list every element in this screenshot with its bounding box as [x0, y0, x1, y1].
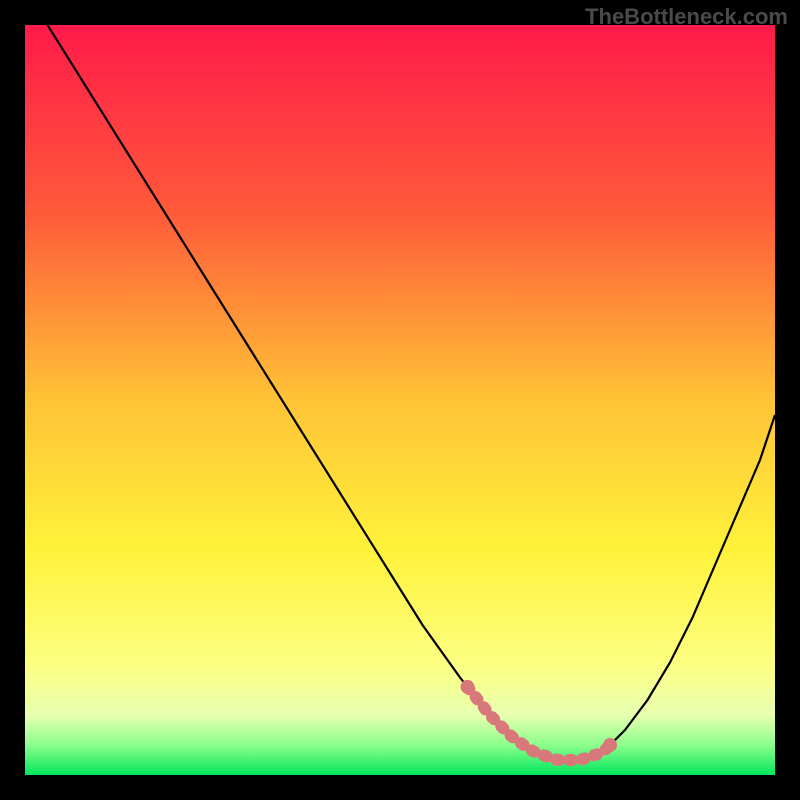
chart-area — [25, 25, 775, 775]
watermark-text: TheBottleneck.com — [585, 4, 788, 30]
bottleneck-chart — [25, 25, 775, 775]
chart-background — [25, 25, 775, 775]
